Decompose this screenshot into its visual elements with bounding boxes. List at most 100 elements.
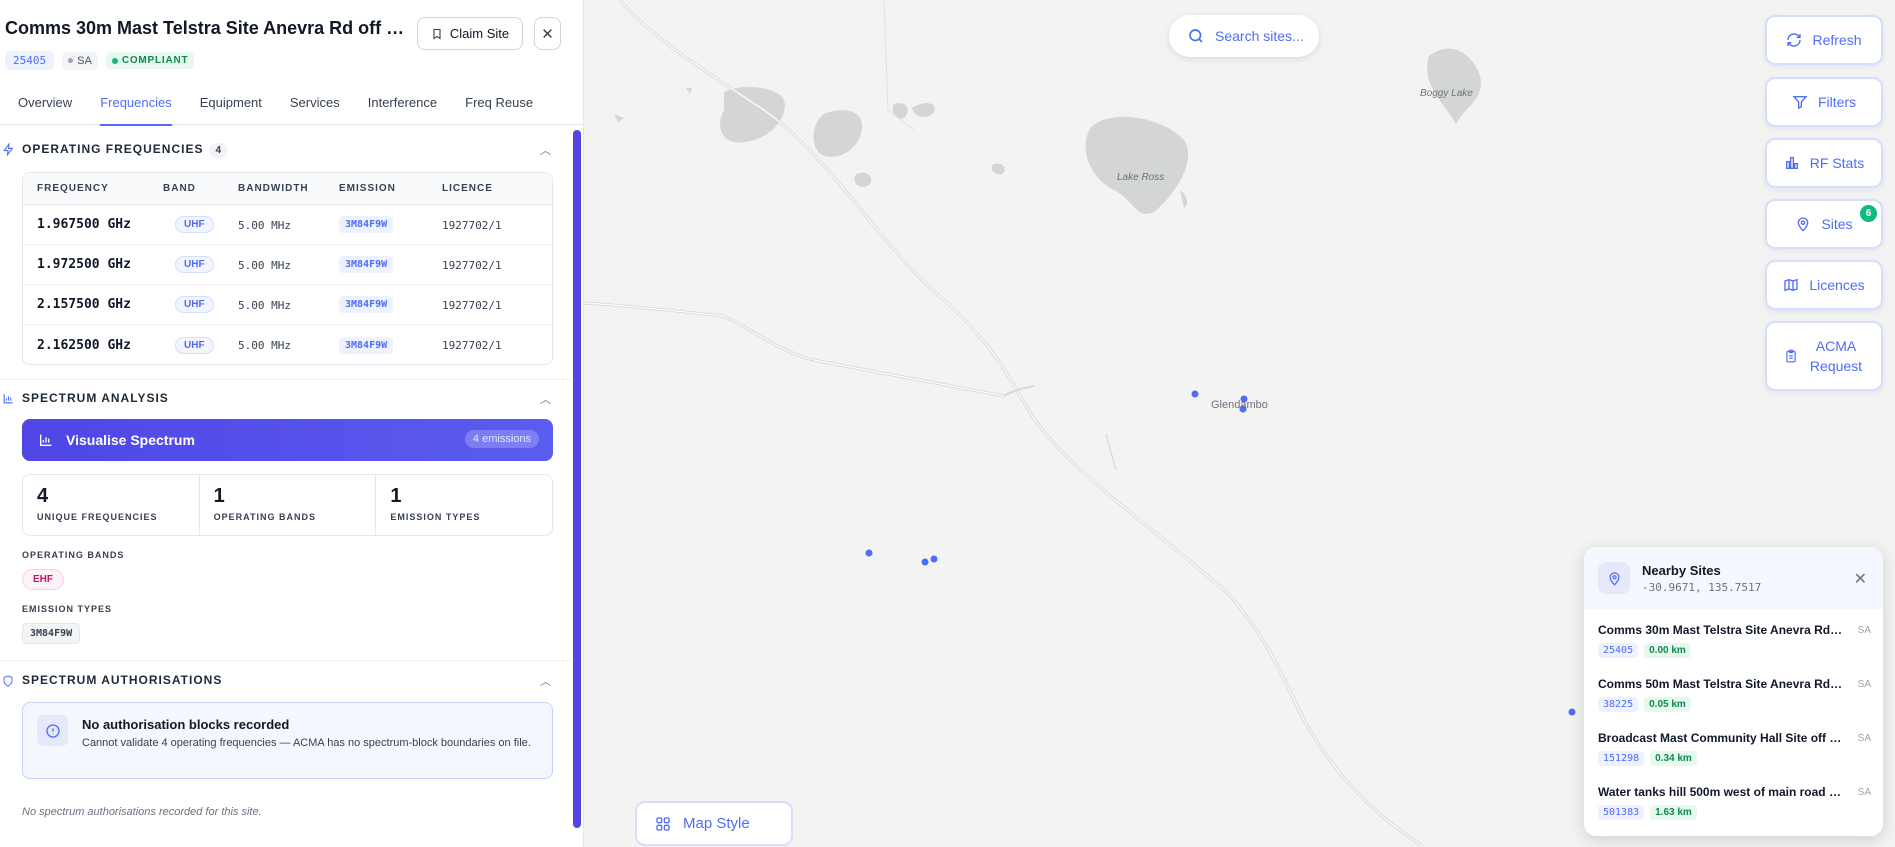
nearby-coordinates: -30.9671, 135.7517 [1642, 580, 1762, 594]
refresh-button[interactable]: Refresh [1765, 15, 1883, 65]
claim-site-button[interactable]: Claim Site [417, 17, 523, 50]
frequency-cell: 2.162500 GHz [37, 337, 131, 353]
spectrum-authorisations-header[interactable]: SPECTRUM AUTHORISATIONS ︿ [0, 670, 560, 690]
emission-types-label: EMISSION TYPES [22, 604, 113, 614]
site-marker[interactable] [1568, 708, 1576, 716]
tab-frequencies[interactable]: Frequencies [100, 90, 172, 126]
track-line [1105, 433, 1117, 471]
licences-button[interactable]: Licences [1765, 260, 1883, 310]
bar-chart-icon [40, 434, 52, 446]
frequency-cell: 2.157500 GHz [37, 297, 131, 312]
tab-services[interactable]: Services [290, 90, 340, 125]
tab-overview[interactable]: Overview [18, 90, 72, 125]
nearby-site-state: SA [1857, 733, 1871, 744]
page-title: Comms 30m Mast Telstra Site Anevra Rd of… [5, 18, 405, 38]
acma-request-button[interactable]: ACMA Request [1765, 321, 1883, 391]
filter-icon [1792, 96, 1808, 110]
nearby-site-state: SA [1857, 679, 1871, 690]
stat-label: UNIQUE FREQUENCIES [37, 512, 158, 522]
chevron-up-icon[interactable]: ︿ [540, 142, 551, 158]
emission-pill: 3M84F9W [339, 216, 394, 233]
site-marker[interactable] [930, 555, 938, 563]
column-header: EMISSION [339, 183, 396, 194]
site-marker[interactable] [921, 558, 929, 566]
stat-label: EMISSION TYPES [390, 512, 481, 522]
close-icon[interactable]: ✕ [1854, 569, 1867, 589]
tab-interference[interactable]: Interference [368, 90, 437, 125]
emissions-count-badge: 4 emissions [464, 430, 539, 448]
nearby-site-distance: 0.00 km [1644, 643, 1691, 658]
tab-freq-reuse[interactable]: Freq Reuse [465, 90, 533, 125]
close-panel-button[interactable]: ✕ [534, 17, 561, 50]
site-id-badge: 25405 [5, 51, 55, 70]
emission-type-pill: 3M84F9W [22, 623, 81, 644]
frequency-count-badge: 4 [209, 143, 229, 158]
chevron-up-icon[interactable]: ︿ [540, 673, 551, 689]
scrollbar[interactable] [570, 127, 582, 847]
sites-count-badge: 6 [1860, 205, 1877, 222]
stat-value: 1 [390, 485, 402, 507]
bookmark-icon [433, 28, 441, 40]
band-pill: UHF [175, 296, 214, 313]
site-marker[interactable] [1191, 390, 1199, 398]
site-marker[interactable] [865, 549, 873, 557]
band-pill: UHF [175, 336, 214, 354]
site-detail-panel: Comms 30m Mast Telstra Site Anevra Rd of… [0, 0, 584, 847]
lake-shape [912, 103, 935, 117]
spectrum-stats: 4 UNIQUE FREQUENCIES 1 OPERATING BANDS 1… [22, 474, 553, 536]
table-row[interactable]: 1.967500 GHz UHF 5.00 MHz 3M84F9W 192770… [23, 205, 552, 245]
search-sites-button[interactable]: Search sites... [1169, 15, 1319, 57]
filters-button[interactable]: Filters [1765, 77, 1883, 127]
refresh-icon [1787, 33, 1802, 47]
notice-title: No authorisation blocks recorded [82, 717, 290, 732]
nearby-site-item[interactable]: Comms 30m Mast Telstra Site Anevra Rd of… [1584, 617, 1883, 671]
table-row[interactable]: 2.162500 GHz UHF 5.00 MHz 3M84F9W 192770… [23, 325, 552, 364]
grid-icon [656, 816, 670, 831]
table-row[interactable]: 1.972500 GHz UHF 5.00 MHz 3M84F9W 192770… [23, 245, 552, 285]
tab-equipment[interactable]: Equipment [200, 90, 262, 125]
column-header: BANDWIDTH [238, 183, 309, 194]
spectrum-authorisations-title: SPECTRUM AUTHORISATIONS [22, 673, 223, 687]
stat-operating-bands: 1 OPERATING BANDS [200, 475, 377, 535]
chevron-up-icon[interactable]: ︿ [540, 391, 551, 407]
lake-shape [1085, 116, 1189, 214]
visualise-spectrum-button[interactable]: Visualise Spectrum 4 emissions [22, 419, 553, 461]
section-divider [0, 379, 570, 380]
bandwidth-cell: 5.00 MHz [238, 258, 291, 272]
column-header: LICENCE [442, 183, 493, 194]
licence-cell: 1927702/1 [442, 339, 502, 352]
emission-pill: 3M84F9W [339, 336, 394, 354]
rf-stats-button[interactable]: RF Stats [1765, 138, 1883, 188]
bandwidth-cell: 5.00 MHz [238, 298, 291, 312]
road-line [584, 301, 1005, 398]
map-pin-icon [1798, 217, 1809, 232]
nearby-site-distance: 0.34 km [1650, 751, 1697, 766]
nearby-pin-icon [1598, 562, 1630, 594]
scrollbar-thumb[interactable] [573, 130, 581, 828]
state-badge: SA [62, 51, 98, 70]
town-label: Glendambo [1211, 399, 1268, 411]
rf-stats-label: RF Stats [1809, 155, 1865, 171]
operating-frequencies-header[interactable]: OPERATING FREQUENCIES 4 ︿ [0, 139, 560, 159]
lake-shape [854, 172, 872, 187]
lake-shape [1180, 190, 1187, 208]
nearby-site-item[interactable]: Comms 50m Mast Telstra Site Anevra Rd of… [1584, 671, 1883, 725]
stat-emission-types: 1 EMISSION TYPES [376, 475, 552, 535]
no-authorisations-note: No spectrum authorisations recorded for … [22, 806, 262, 818]
spectrum-analysis-header[interactable]: SPECTRUM ANALYSIS ︿ [0, 388, 560, 408]
bandwidth-cell: 5.00 MHz [238, 218, 291, 232]
nearby-site-item[interactable]: Broadcast Mast Community Hall Site off R… [1584, 725, 1883, 779]
nearby-site-id: 151298 [1598, 751, 1645, 766]
nearby-site-id: 38225 [1598, 697, 1639, 712]
map-style-button[interactable]: Map Style [635, 801, 793, 846]
nearby-site-item[interactable]: Water tanks hill 500m west of main road … [1584, 779, 1883, 833]
tab-bar: Overview Frequencies Equipment Services … [0, 90, 583, 126]
frequency-cell: 1.972500 GHz [37, 257, 131, 272]
table-row[interactable]: 2.157500 GHz UHF 5.00 MHz 3M84F9W 192770… [23, 285, 552, 325]
sites-button[interactable]: Sites 6 [1765, 199, 1883, 249]
section-title: OPERATING FREQUENCIES 4 [22, 142, 229, 158]
emission-pill: 3M84F9W [339, 256, 394, 273]
sites-label: Sites [1821, 216, 1853, 232]
lake-shape [720, 86, 785, 143]
lake-shape [813, 110, 863, 157]
